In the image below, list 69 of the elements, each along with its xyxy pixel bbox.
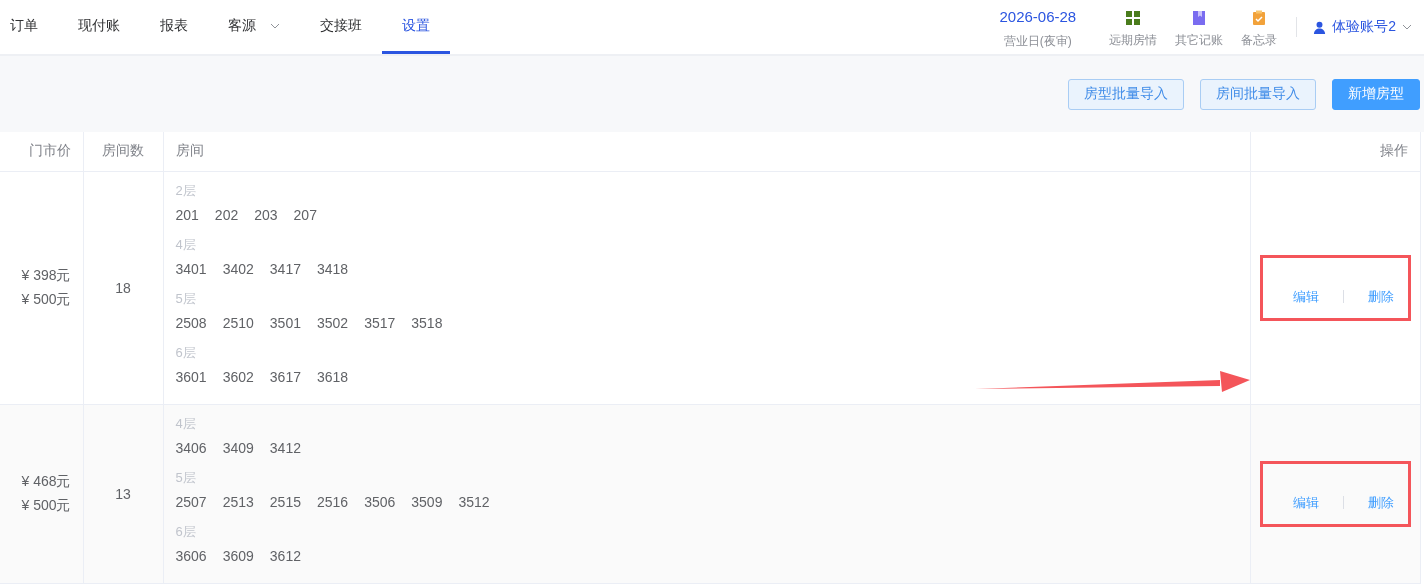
room-count: 13 — [115, 485, 131, 502]
nav-tab[interactable]: 交接班 — [300, 0, 382, 54]
room-number: 3602 — [222, 368, 254, 385]
room-number: 3618 — [316, 368, 349, 385]
room-number: 2508 — [175, 314, 207, 331]
shortcut-label[interactable]: 其它记账 — [1175, 31, 1224, 49]
room-number: 2513 — [222, 493, 254, 510]
caret-icon — [1402, 24, 1412, 30]
edit-link[interactable]: 编辑 — [1292, 493, 1319, 512]
room-number: 2507 — [175, 493, 207, 510]
room-number: 3612 — [269, 547, 301, 564]
column-header: 房间 — [175, 142, 204, 159]
room-number: 3412 — [269, 439, 301, 456]
room-count: 18 — [115, 279, 131, 296]
delete-link[interactable]: 删除 — [1367, 493, 1394, 512]
room-number: 3501 — [269, 314, 301, 331]
account-name[interactable]: 体验账号2 — [1332, 18, 1396, 36]
room-number: 3401 — [175, 260, 207, 277]
room-number: 207 — [293, 206, 317, 223]
clipboard-icon — [1251, 9, 1268, 26]
room-number: 3502 — [316, 314, 349, 331]
room-number: 2510 — [222, 314, 254, 331]
nav-tab[interactable]: 报表 — [140, 0, 208, 54]
edit-link[interactable]: 编辑 — [1292, 287, 1319, 306]
room-number: 3517 — [364, 314, 396, 331]
add-room-type-button[interactable]: 新增房型 — [1332, 78, 1420, 110]
room-number: 2516 — [316, 493, 349, 510]
room-number: 3601 — [175, 368, 207, 385]
book-icon — [1191, 9, 1208, 26]
business-date[interactable]: 2026-06-28 — [999, 8, 1077, 25]
room-number: 202 — [214, 206, 239, 223]
room-number: 2515 — [269, 493, 301, 510]
user-icon — [1313, 20, 1327, 34]
shortcut-label[interactable]: 备忘录 — [1241, 31, 1278, 49]
shortcut-label[interactable]: 远期房情 — [1109, 31, 1158, 49]
floor-label: 5层 — [175, 289, 196, 308]
business-date-label: 营业日(夜审) — [1003, 33, 1072, 50]
price: ¥ 398元 — [21, 266, 71, 285]
room-number: 3509 — [411, 493, 443, 510]
delete-link[interactable]: 删除 — [1367, 287, 1394, 306]
nav-tab[interactable]: 现付账 — [58, 0, 140, 54]
floor-label: 4层 — [175, 235, 196, 254]
room-number: 3506 — [364, 493, 396, 510]
room-number: 3409 — [222, 439, 254, 456]
room-number: 3617 — [269, 368, 301, 385]
price: ¥ 500元 — [21, 290, 71, 309]
room-number: 203 — [254, 206, 278, 223]
floor-label: 2层 — [175, 181, 196, 200]
nav-tab[interactable]: 订单 — [0, 0, 58, 54]
room-number: 3417 — [269, 260, 301, 277]
room-number: 3418 — [316, 260, 349, 277]
room-number: 3609 — [222, 547, 254, 564]
column-header: 房间数 — [102, 142, 144, 159]
price: ¥ 468元 — [21, 472, 71, 491]
caret-icon — [270, 22, 280, 29]
room-number: 3406 — [175, 439, 207, 456]
import-button[interactable]: 房间批量导入 — [1200, 78, 1316, 110]
nav-tab[interactable]: 客源 — [208, 0, 300, 54]
room-number: 3606 — [175, 547, 207, 564]
column-header: 操作 — [1379, 142, 1408, 159]
column-header: 门市价 — [28, 142, 71, 159]
room-number: 3512 — [458, 493, 490, 510]
price: ¥ 500元 — [21, 496, 71, 515]
room-number: 3518 — [411, 314, 443, 331]
room-number: 201 — [175, 206, 199, 223]
import-button[interactable]: 房型批量导入 — [1068, 78, 1184, 110]
floor-label: 6层 — [175, 343, 196, 362]
room-number: 3402 — [222, 260, 254, 277]
grid-icon — [1125, 9, 1142, 26]
